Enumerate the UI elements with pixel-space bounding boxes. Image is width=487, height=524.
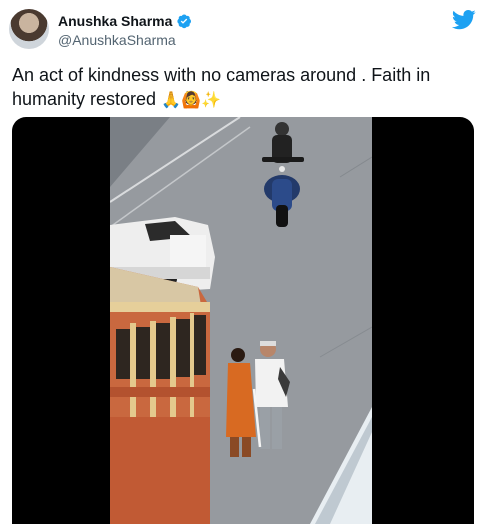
tweet-text: An act of kindness with no cameras aroun… <box>12 63 472 112</box>
tweet-card[interactable]: Anushka Sharma @AnushkaSharma An act of … <box>0 0 487 524</box>
twitter-bird-icon[interactable] <box>452 10 476 30</box>
video-thumbnail[interactable] <box>110 117 372 524</box>
tweet-body: An act of kindness with no cameras aroun… <box>12 65 431 109</box>
author-name[interactable]: Anushka Sharma <box>58 13 192 29</box>
avatar[interactable] <box>9 9 49 49</box>
tweet-media[interactable] <box>12 117 474 524</box>
author-handle[interactable]: @AnushkaSharma <box>58 32 176 48</box>
tweet-emojis: 🙏🙆✨ <box>161 90 221 109</box>
author-display-name[interactable]: Anushka Sharma <box>58 13 172 29</box>
verified-badge-icon <box>177 14 192 29</box>
